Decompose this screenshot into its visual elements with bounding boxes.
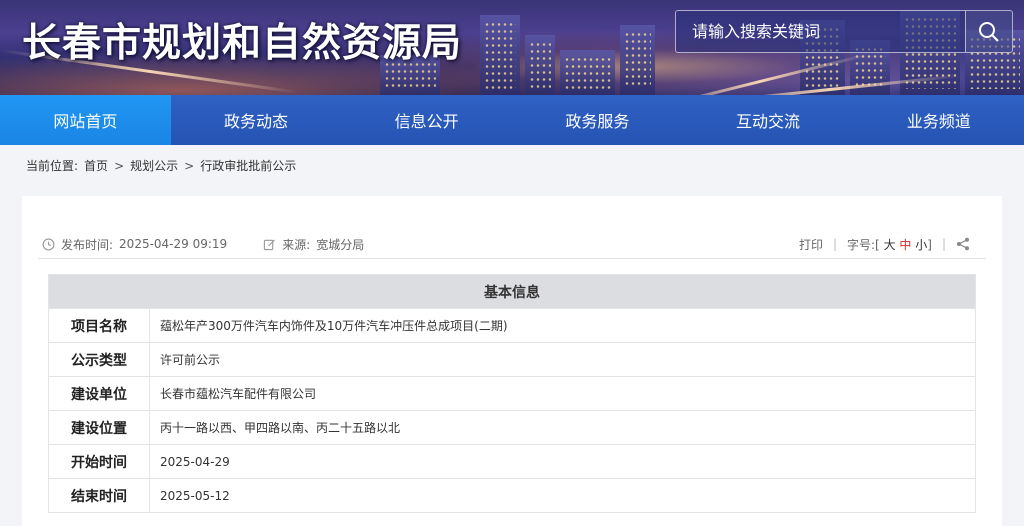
- row-value: 2025-04-29: [149, 444, 976, 479]
- tool-divider: |: [832, 237, 837, 251]
- site-title: 长春市规划和自然资源局: [22, 21, 463, 66]
- breadcrumb: 当前位置: 首页 > 规划公示 > 行政审批批前公示: [26, 157, 296, 174]
- search-box: [675, 10, 1013, 53]
- breadcrumb-planning-link[interactable]: 规划公示: [130, 157, 178, 174]
- row-value: 许可前公示: [149, 342, 976, 377]
- row-value: 蕴松年产300万件汽车内饰件及10万件汽车冲压件总成项目(二期): [149, 308, 976, 343]
- nav-item-home[interactable]: 网站首页: [0, 95, 171, 145]
- table-row: 公示类型 许可前公示: [48, 342, 976, 377]
- font-size-medium[interactable]: 中: [899, 238, 911, 252]
- skyline-building: [525, 35, 555, 95]
- meta-divider: [38, 258, 986, 259]
- table-row: 开始时间 2025-04-29: [48, 444, 976, 479]
- table-row: 结束时间 2025-05-12: [48, 478, 976, 513]
- search-input[interactable]: [676, 11, 966, 52]
- row-value: 长春市蕴松汽车配件有限公司: [149, 376, 976, 411]
- table-caption-row: 基本信息: [48, 274, 976, 309]
- content-card: 发布时间: 2025-04-29 09:19 来源: 宽城分局 打印 | 字号:…: [22, 196, 1002, 526]
- source-value: 宽城分局: [316, 237, 365, 252]
- font-size-bracket-open: [: [875, 237, 880, 252]
- breadcrumb-separator: >: [114, 158, 125, 173]
- publish-time: 发布时间: 2025-04-29 09:19: [42, 236, 227, 253]
- row-key: 公示类型: [48, 342, 150, 377]
- row-key: 项目名称: [48, 308, 150, 343]
- info-table: 基本信息 项目名称 蕴松年产300万件汽车内饰件及10万件汽车冲压件总成项目(二…: [48, 274, 976, 513]
- font-size-bracket-close: ]: [927, 237, 932, 252]
- article-tools: 打印 | 字号:[ 大 中 小] |: [799, 236, 970, 253]
- share-icon[interactable]: [956, 237, 970, 251]
- main-nav: 网站首页 政务动态 信息公开 政务服务 互动交流 业务频道: [0, 95, 1024, 145]
- nav-item-services[interactable]: 政务服务: [512, 95, 683, 145]
- source-label: 来源:: [282, 237, 311, 252]
- search-icon: [979, 21, 999, 42]
- skyline-building: [560, 50, 615, 95]
- table-row: 建设位置 丙十一路以西、甲四路以南、丙二十五路以北: [48, 410, 976, 445]
- publish-label: 发布时间:: [61, 237, 114, 252]
- print-button[interactable]: 打印: [799, 236, 823, 253]
- tool-divider: |: [941, 237, 946, 251]
- font-size-small[interactable]: 小: [915, 238, 927, 252]
- breadcrumb-current[interactable]: 行政审批批前公示: [200, 157, 296, 174]
- breadcrumb-separator: >: [184, 158, 195, 173]
- row-key: 建设位置: [48, 410, 150, 445]
- clock-icon: [42, 238, 55, 250]
- row-key: 建设单位: [48, 376, 150, 411]
- breadcrumb-prefix: 当前位置:: [26, 159, 79, 173]
- source: 来源: 宽城分局: [263, 236, 364, 253]
- font-size-large[interactable]: 大: [884, 238, 896, 252]
- nav-item-business[interactable]: 业务频道: [853, 95, 1024, 145]
- nav-item-interaction[interactable]: 互动交流: [683, 95, 854, 145]
- table-caption: 基本信息: [48, 274, 976, 309]
- font-size-control: 字号:[ 大 中 小]: [847, 236, 932, 253]
- publish-value: 2025-04-29 09:19: [119, 237, 228, 251]
- table-row: 项目名称 蕴松年产300万件汽车内饰件及10万件汽车冲压件总成项目(二期): [48, 308, 976, 343]
- font-size-label: 字号:: [847, 237, 876, 252]
- row-key: 开始时间: [48, 444, 150, 479]
- row-value: 2025-05-12: [149, 478, 976, 513]
- row-key: 结束时间: [48, 478, 150, 513]
- row-value: 丙十一路以西、甲四路以南、丙二十五路以北: [149, 410, 976, 445]
- breadcrumb-home-link[interactable]: 首页: [84, 157, 108, 174]
- header-banner: 长春市规划和自然资源局: [0, 0, 1024, 95]
- skyline-building: [480, 15, 520, 95]
- edit-icon: [264, 238, 276, 250]
- table-row: 建设单位 长春市蕴松汽车配件有限公司: [48, 376, 976, 411]
- article-meta: 发布时间: 2025-04-29 09:19 来源: 宽城分局 打印 | 字号:…: [42, 234, 982, 254]
- nav-item-disclosure[interactable]: 信息公开: [341, 95, 512, 145]
- search-button[interactable]: [965, 11, 1012, 52]
- nav-item-news[interactable]: 政务动态: [171, 95, 342, 145]
- skyline-building: [620, 25, 655, 95]
